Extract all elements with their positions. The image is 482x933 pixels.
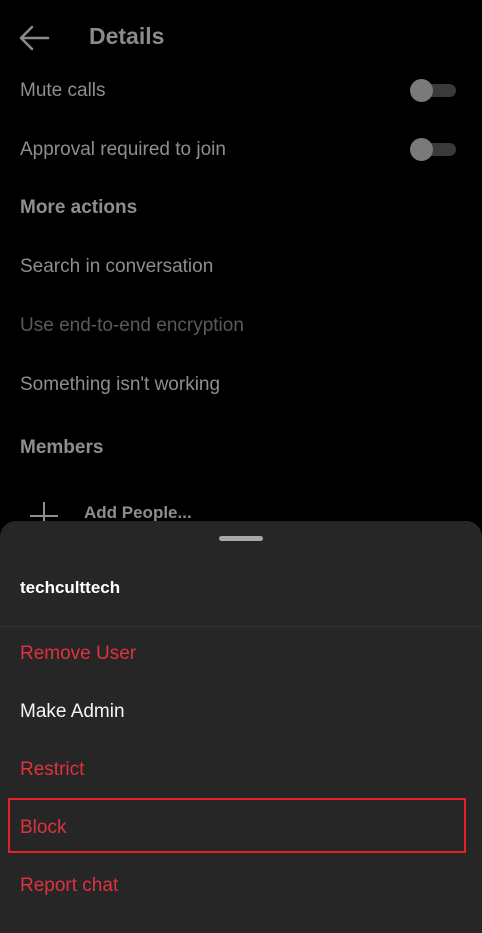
back-button[interactable] xyxy=(18,24,50,52)
toggle-knob xyxy=(410,79,433,102)
sheet-username: techculttech xyxy=(20,578,121,597)
members-heading: Members xyxy=(20,437,104,458)
remove-user-button[interactable]: Remove User xyxy=(20,643,136,665)
header-bar: Details xyxy=(0,0,482,74)
add-people-label: Add People... xyxy=(84,503,192,522)
mute-calls-label: Mute calls xyxy=(20,80,106,101)
toggle-knob xyxy=(410,138,433,161)
report-chat-button[interactable]: Report chat xyxy=(20,875,118,897)
mute-calls-toggle[interactable] xyxy=(410,79,458,102)
user-actions-sheet: techculttech Remove User Make Admin Rest… xyxy=(0,521,482,933)
search-in-conversation-item[interactable]: Search in conversation xyxy=(20,256,213,278)
make-admin-button[interactable]: Make Admin xyxy=(20,701,125,723)
approval-required-label: Approval required to join xyxy=(20,139,226,160)
more-actions-heading: More actions xyxy=(20,197,138,218)
arrow-left-icon xyxy=(19,25,50,51)
restrict-button[interactable]: Restrict xyxy=(20,759,84,781)
something-isnt-working-item[interactable]: Something isn't working xyxy=(20,374,220,396)
use-e2e-encryption-item[interactable]: Use end-to-end encryption xyxy=(20,315,244,337)
page-title: Details xyxy=(89,23,165,49)
sheet-drag-handle[interactable] xyxy=(219,536,263,541)
divider xyxy=(0,626,482,627)
approval-required-toggle[interactable] xyxy=(410,138,458,161)
block-highlight-box xyxy=(8,798,466,853)
block-button[interactable]: Block xyxy=(20,817,66,839)
